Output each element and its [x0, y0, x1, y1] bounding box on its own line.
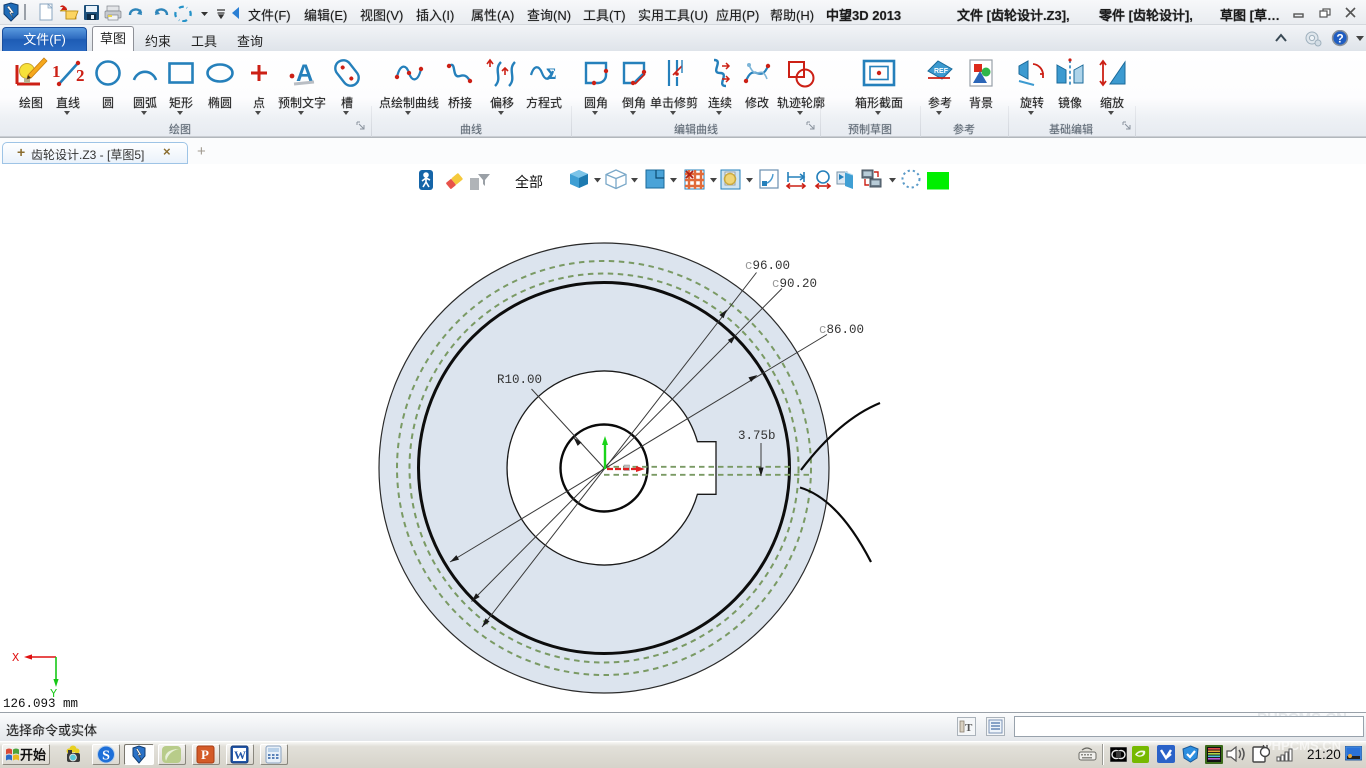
- svg-text:X: X: [12, 651, 19, 665]
- svg-text:全部: 全部: [515, 174, 543, 190]
- svg-text:Σ: Σ: [546, 66, 556, 83]
- svg-text:c96.00: c96.00: [745, 259, 790, 273]
- svg-text:3.75b: 3.75b: [738, 429, 776, 443]
- svg-text:开始: 开始: [20, 748, 46, 763]
- svg-text:REF: REF: [934, 68, 949, 75]
- svg-text:R10.00: R10.00: [497, 373, 542, 387]
- svg-text:2: 2: [76, 66, 85, 85]
- svg-text:c86.00: c86.00: [819, 323, 864, 337]
- svg-text:T: T: [965, 722, 973, 734]
- svg-text:126.093 mm: 126.093 mm: [3, 697, 78, 711]
- svg-text:P: P: [201, 747, 209, 762]
- svg-text:1: 1: [52, 62, 61, 81]
- svg-text:c90.20: c90.20: [772, 277, 817, 291]
- svg-text:W: W: [234, 748, 246, 762]
- svg-text:?: ?: [1336, 32, 1343, 46]
- svg-text:S: S: [102, 749, 110, 764]
